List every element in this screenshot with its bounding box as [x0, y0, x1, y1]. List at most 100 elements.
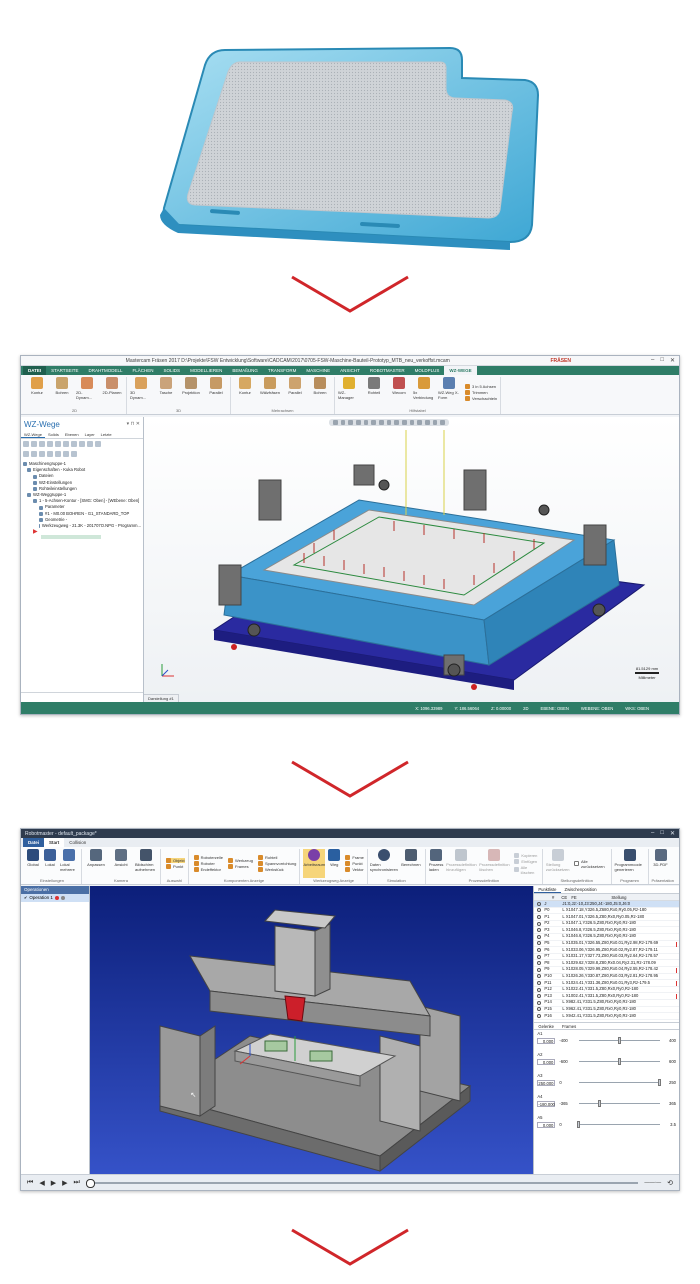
endeffektor-toggle[interactable]: Endeffektor: [193, 867, 223, 872]
wecom-button[interactable]: Wecom: [388, 377, 410, 408]
tab-transform[interactable]: TRANSFORM: [263, 366, 302, 375]
projektion-button[interactable]: Projektion: [180, 377, 202, 408]
skip-start-icon[interactable]: ⏮: [27, 1179, 33, 1187]
tasche-button[interactable]: Tasche: [155, 377, 177, 408]
anpassen-button[interactable]: Anpassen: [85, 849, 107, 878]
play-icon[interactable]: ▶: [51, 1179, 56, 1187]
tab-moldplus[interactable]: MOLDPLUS: [410, 366, 445, 375]
tab-punktliste[interactable]: Punktliste: [534, 886, 561, 893]
subtab-layer[interactable]: Layer: [82, 431, 98, 438]
radio-icon[interactable]: [537, 1000, 542, 1005]
tab-gelenke[interactable]: Gelenke: [534, 1023, 558, 1029]
insert-arrow-icon[interactable]: [39, 451, 45, 457]
prozessdefinition-hinzufuegen-button[interactable]: Prozessdefinition hinzufügen: [446, 849, 477, 878]
radio-icon[interactable]: [537, 921, 542, 926]
tab-ansicht[interactable]: ANSICHT: [335, 366, 365, 375]
slider-knob[interactable]: [617, 1037, 621, 1045]
arbeitsraum-button[interactable]: Arbeitsraum: [303, 849, 326, 878]
delete-icon[interactable]: [95, 441, 101, 447]
speed-slider[interactable]: ——◦—: [644, 1180, 661, 1186]
waelzfraesen-button[interactable]: Wälzfräsen: [259, 377, 281, 408]
subtab-solids[interactable]: Solids: [45, 431, 62, 438]
wz-manager-button[interactable]: WZ-Manager: [338, 377, 360, 408]
simulate-icon[interactable]: [71, 441, 77, 447]
joint-slider[interactable]: [579, 1079, 661, 1087]
alle-loeschen-button[interactable]: Alle löschen: [514, 865, 539, 875]
post-icon[interactable]: [79, 441, 85, 447]
3d-pdf-button[interactable]: 3D-PDF: [652, 849, 670, 878]
radio-icon[interactable]: [537, 987, 542, 992]
regenerate-dirty-icon[interactable]: [47, 441, 53, 447]
joint-slider[interactable]: [579, 1100, 660, 1108]
radio-icon[interactable]: [537, 928, 542, 933]
skip-end-icon[interactable]: ⏭: [73, 1179, 79, 1187]
tab-zwischenposition[interactable]: Zwischenposition: [561, 886, 601, 893]
cam-3d-viewport[interactable]: 81.5129 mm Millimeter Darstellung #1: [144, 417, 679, 702]
verschachteln-button[interactable]: Verschachteln: [465, 396, 497, 401]
daten-synchronisieren-button[interactable]: Daten synchronisieren: [370, 849, 398, 878]
joint-value-input[interactable]: 0.000: [537, 1037, 556, 1044]
radio-icon[interactable]: [537, 934, 542, 939]
kontur-button[interactable]: Kontur: [26, 377, 48, 408]
regenerate-icon[interactable]: [39, 441, 45, 447]
frame-toggle[interactable]: Frame: [345, 855, 364, 860]
joint-slider[interactable]: [579, 1058, 660, 1066]
kopieren-button[interactable]: Kopieren: [514, 852, 539, 858]
radio-icon[interactable]: [537, 994, 542, 999]
status-ebene[interactable]: EBENE: OBEN: [541, 706, 569, 711]
mehrachsen-kontur-button[interactable]: Kontur: [234, 377, 256, 408]
loop-icon[interactable]: ⟲: [667, 1179, 673, 1187]
prozessdefinition-loeschen-button[interactable]: Prozessdefinition löschen: [479, 849, 510, 878]
tab-start[interactable]: Start: [44, 838, 65, 847]
window-controls[interactable]: – □ ✕: [651, 357, 675, 364]
highspeed-icon[interactable]: [87, 441, 93, 447]
select-dirty-icon[interactable]: [31, 441, 37, 447]
tab-maschine[interactable]: MASCHINE: [301, 366, 335, 375]
tab-wz-wege[interactable]: WZ-WEGE: [444, 366, 477, 375]
slider-knob[interactable]: [597, 1100, 601, 1108]
radio-icon[interactable]: [537, 954, 542, 959]
tab-bemassung[interactable]: BEMAßUNG: [227, 366, 263, 375]
stellung-zuruecksetzen-button[interactable]: Stellung zurücksetzen: [546, 849, 569, 878]
radio-icon[interactable]: [537, 914, 542, 919]
roboterzelle-toggle[interactable]: Roboterzelle: [193, 855, 223, 860]
robot-3d-viewport[interactable]: ↖: [90, 886, 534, 1174]
subtab-wz-wege[interactable]: WZ-Wege: [21, 431, 45, 438]
weg-button[interactable]: Weg: [328, 849, 341, 878]
radio-icon[interactable]: [537, 908, 542, 913]
mehrachsen-parallel-button[interactable]: Parallel: [284, 377, 306, 408]
close-icon[interactable]: ✕: [670, 830, 675, 837]
tab-solids[interactable]: SOLIDS: [159, 366, 186, 375]
mehrachsen-bohren-button[interactable]: Bohren: [309, 377, 331, 408]
close-icon[interactable]: ✕: [670, 357, 675, 364]
einfuegen-button[interactable]: Einfügen: [514, 858, 539, 864]
joint-value-input[interactable]: 0.000: [537, 1058, 556, 1065]
5x-verbindung-button[interactable]: 5x Verbindung: [413, 377, 435, 408]
radio-icon[interactable]: [537, 961, 542, 966]
roboter-toggle[interactable]: Roboter: [193, 861, 223, 866]
frames-toggle[interactable]: Frames: [228, 864, 253, 869]
alle-zuruecksetzen-checkbox[interactable]: Alle zurücksetzen: [574, 859, 607, 869]
tab-drahtmodell[interactable]: DRAHTMODELL: [84, 366, 128, 375]
joint-value-input[interactable]: 250.000: [537, 1079, 556, 1086]
select-all-icon[interactable]: [23, 441, 29, 447]
status-mode[interactable]: 2D: [523, 706, 528, 711]
tab-datei[interactable]: Datei: [23, 838, 45, 847]
scroll-icon[interactable]: [47, 451, 53, 457]
global-button[interactable]: Global: [26, 849, 40, 878]
tab-modellieren[interactable]: MODELLIEREN: [185, 366, 227, 375]
viewsheet-tab[interactable]: Darstellung #1: [144, 694, 179, 702]
radio-icon[interactable]: [537, 947, 542, 952]
single-display-icon[interactable]: [55, 451, 61, 457]
3d-dynamic-button[interactable]: 3D Dynam...: [130, 377, 152, 408]
radio-icon[interactable]: [537, 1013, 542, 1018]
maximize-icon[interactable]: □: [660, 357, 664, 364]
minimize-icon[interactable]: –: [651, 830, 654, 837]
lokal-mehrere-button[interactable]: Lokal mehrere: [60, 849, 78, 878]
joint-slider[interactable]: [579, 1037, 660, 1045]
joint-value-input[interactable]: 0.000: [537, 1121, 556, 1128]
2d-planen-button[interactable]: 2D-Planen: [101, 377, 123, 408]
radio-icon[interactable]: [537, 941, 542, 946]
slider-knob[interactable]: [577, 1121, 581, 1129]
minimize-icon[interactable]: –: [651, 357, 654, 364]
